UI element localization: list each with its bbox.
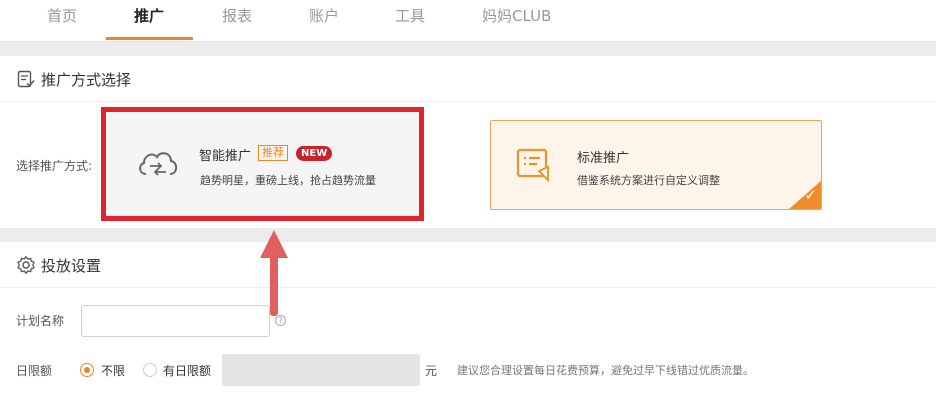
- radio-unlimited[interactable]: [80, 363, 94, 377]
- smart-promotion-title: 智能推广: [199, 149, 252, 164]
- radio-daily-limit[interactable]: [143, 363, 157, 377]
- daily-limit-amount-input: [222, 354, 420, 386]
- gear-icon: [17, 255, 35, 275]
- active-tab-indicator: [106, 37, 193, 40]
- promotion-method-title: 推广方式选择: [41, 71, 132, 89]
- nav-tab-home[interactable]: 首页: [47, 5, 77, 26]
- plan-name-label: 计划名称: [16, 314, 65, 328]
- check-icon: ✓: [804, 186, 817, 204]
- smart-promotion-desc: 趋势明星，重磅上线，抢占趋势流量: [200, 174, 376, 187]
- radio-unlimited-label[interactable]: 不限: [101, 362, 125, 379]
- recommend-badge: 推荐: [258, 145, 288, 161]
- new-badge: NEW: [296, 146, 333, 161]
- nav-tab-promotion[interactable]: 推广: [134, 5, 164, 26]
- select-method-label: 选择推广方式:: [16, 159, 93, 173]
- top-navigation: 首页 推广 报表 账户 工具 妈妈CLUB: [0, 0, 936, 42]
- daily-limit-hint: 建议您合理设置每日花费预算，避免过早下线错过优质流量。: [457, 364, 754, 377]
- annotation-arrow: [260, 230, 288, 316]
- nav-tab-mama-club[interactable]: 妈妈CLUB: [482, 5, 551, 26]
- delivery-settings-title: 投放设置: [41, 257, 102, 275]
- plan-name-input[interactable]: [81, 305, 270, 337]
- currency-unit: 元: [425, 364, 438, 378]
- standard-promotion-desc: 借鉴系统方案进行自定义调整: [577, 174, 720, 187]
- checklist-icon: [17, 70, 35, 88]
- cloud-sync-icon: [139, 152, 178, 176]
- nav-tab-reports[interactable]: 报表: [222, 5, 252, 26]
- standard-promotion-title: 标准推广: [577, 151, 630, 166]
- delivery-settings-header: 投放设置: [0, 242, 936, 288]
- nav-tab-tools[interactable]: 工具: [395, 5, 425, 26]
- smart-promotion-card[interactable]: 智能推广 推荐 NEW 趋势明星，重磅上线，抢占趋势流量: [107, 112, 419, 216]
- promotion-method-header: 推广方式选择: [0, 56, 936, 102]
- nav-tab-account[interactable]: 账户: [309, 5, 339, 26]
- daily-limit-label: 日限额: [16, 364, 53, 378]
- radio-daily-limit-label[interactable]: 有日限额: [163, 362, 211, 379]
- standard-promotion-card[interactable]: 标准推广 借鉴系统方案进行自定义调整 ✓: [490, 120, 822, 210]
- plan-document-icon: [516, 148, 549, 183]
